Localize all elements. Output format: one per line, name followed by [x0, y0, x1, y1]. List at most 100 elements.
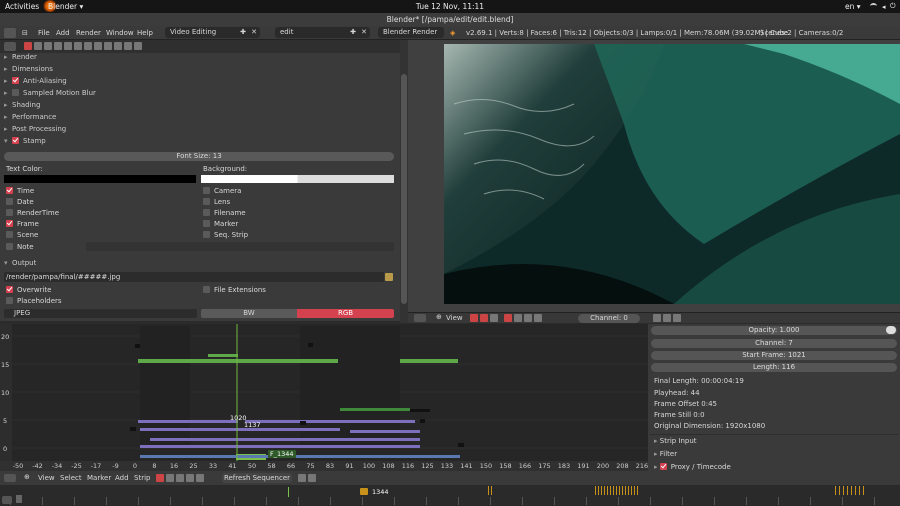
- motion-blur-checkbox[interactable]: [12, 89, 19, 96]
- volume-icon[interactable]: ◂: [882, 3, 886, 11]
- placeholders-option[interactable]: Placeholders: [6, 296, 62, 307]
- world-tab-icon[interactable]: [54, 42, 62, 50]
- scene-tab-icon[interactable]: [44, 42, 52, 50]
- split-view-icon[interactable]: [176, 474, 184, 482]
- color-rgb-button[interactable]: RGB: [297, 309, 394, 318]
- refresh-sequencer-button[interactable]: Refresh Sequencer: [222, 473, 292, 483]
- constraints-tab-icon[interactable]: [74, 42, 82, 50]
- stamp-frame[interactable]: Frame: [6, 219, 39, 230]
- copy-icon[interactable]: [298, 474, 306, 482]
- strips-canvas[interactable]: [0, 324, 648, 470]
- modifiers-tab-icon[interactable]: [84, 42, 92, 50]
- stamp-time[interactable]: Time: [6, 186, 34, 197]
- remove-screen-icon[interactable]: ✕: [251, 27, 257, 38]
- lock-icon[interactable]: [653, 314, 661, 322]
- output-path-field[interactable]: /render/pampa/final/#####.jpg: [4, 272, 384, 282]
- render-tab-icon[interactable]: [24, 42, 32, 50]
- menu-file[interactable]: File: [38, 27, 50, 39]
- overwrite-option[interactable]: Overwrite: [6, 285, 51, 296]
- checkbox[interactable]: [203, 198, 210, 205]
- waveform-icon[interactable]: [514, 314, 522, 322]
- checkbox[interactable]: [6, 209, 13, 216]
- menu-help[interactable]: Help: [137, 27, 153, 39]
- add-scene-icon[interactable]: ✚: [350, 27, 356, 38]
- preview-mode-icon[interactable]: [480, 314, 488, 322]
- panel-proxy-timecode[interactable]: ▸ Proxy / Timecode: [654, 462, 731, 473]
- opacity-slider[interactable]: Opacity: 1.000: [651, 326, 897, 335]
- info-icon[interactable]: ⊟: [22, 27, 28, 39]
- stamp-filename[interactable]: Filename: [203, 208, 246, 219]
- anti-aliasing-checkbox[interactable]: [12, 77, 19, 84]
- menu-toggle-icon[interactable]: ⊕: [24, 473, 30, 481]
- panel-strip-input[interactable]: ▸ Strip Input: [654, 436, 697, 447]
- snap-icon[interactable]: [186, 474, 194, 482]
- vectorscope-icon[interactable]: [524, 314, 532, 322]
- stamp-seq-strip[interactable]: Seq. Strip: [203, 230, 248, 241]
- panel-motion-blur[interactable]: ▸ Sampled Motion Blur: [4, 88, 394, 99]
- background-color-swatch[interactable]: [201, 175, 394, 183]
- menu-toggle-icon[interactable]: ⊕: [436, 313, 442, 321]
- menu-view[interactable]: View: [446, 313, 463, 323]
- length-field[interactable]: Length: 116: [651, 363, 897, 372]
- checkbox[interactable]: [6, 198, 13, 205]
- panel-output[interactable]: ▾ Output: [4, 258, 394, 269]
- panel-stamp[interactable]: ▾ Stamp: [4, 136, 394, 147]
- editor-type-icon[interactable]: [4, 474, 16, 482]
- combined-mode-icon[interactable]: [490, 314, 498, 322]
- channel-field[interactable]: Channel: 7: [651, 339, 897, 348]
- paste-icon[interactable]: [308, 474, 316, 482]
- start-frame-field[interactable]: Start Frame: 1021: [651, 351, 897, 360]
- menu-render[interactable]: Render: [76, 27, 101, 39]
- material-tab-icon[interactable]: [104, 42, 112, 50]
- particles-tab-icon[interactable]: [124, 42, 132, 50]
- checkbox[interactable]: [203, 286, 210, 293]
- preview-view-icon[interactable]: [166, 474, 174, 482]
- menu-marker[interactable]: Marker: [87, 474, 111, 482]
- stamp-date[interactable]: Date: [6, 197, 34, 208]
- panel-filter[interactable]: ▸ Filter: [654, 449, 677, 460]
- panel-render[interactable]: ▸ Render: [4, 52, 394, 63]
- wifi-icon[interactable]: [870, 3, 877, 9]
- panel-shading[interactable]: ▸ Shading: [4, 100, 394, 111]
- menu-strip[interactable]: Strip: [134, 474, 150, 482]
- checkbox[interactable]: [203, 187, 210, 194]
- timeline-editor[interactable]: 1344: [0, 485, 900, 506]
- render-engine-selector[interactable]: Blender Render: [378, 27, 444, 38]
- image-icon[interactable]: [663, 314, 671, 322]
- color-bw-button[interactable]: BW: [201, 309, 297, 318]
- editor-type-icon[interactable]: [414, 314, 426, 322]
- clock[interactable]: Tue 12 Nov, 11:11: [0, 2, 900, 11]
- channel-field[interactable]: Channel: 0: [578, 314, 640, 323]
- sequencer-timeline[interactable]: [0, 324, 648, 470]
- physics-tab-icon[interactable]: [134, 42, 142, 50]
- image-display-icon[interactable]: [504, 314, 512, 322]
- menu-add[interactable]: Add: [56, 27, 70, 39]
- stamp-marker[interactable]: Marker: [203, 219, 238, 230]
- layers-tab-icon[interactable]: [34, 42, 42, 50]
- editor-type-icon[interactable]: [4, 28, 16, 38]
- overlap-icon[interactable]: [196, 474, 204, 482]
- panel-dimensions[interactable]: ▸ Dimensions: [4, 64, 394, 75]
- camera-icon[interactable]: [673, 314, 681, 322]
- eye-icon[interactable]: [886, 326, 896, 334]
- stamp-rendertime[interactable]: RenderTime: [6, 208, 59, 219]
- language-indicator[interactable]: en ▾: [845, 2, 861, 11]
- scene-selector[interactable]: edit ✚ ✕: [275, 27, 370, 38]
- power-icon[interactable]: ⏻: [890, 2, 896, 11]
- stamp-camera[interactable]: Camera: [203, 186, 241, 197]
- panel-performance[interactable]: ▸ Performance: [4, 112, 394, 123]
- checkbox[interactable]: [6, 297, 13, 304]
- properties-scrollbar[interactable]: [400, 40, 408, 323]
- menu-window[interactable]: Window: [106, 27, 134, 39]
- menu-select[interactable]: Select: [60, 474, 82, 482]
- texture-tab-icon[interactable]: [114, 42, 122, 50]
- checkbox[interactable]: [6, 286, 13, 293]
- checkbox[interactable]: [203, 209, 210, 216]
- checkbox[interactable]: [203, 231, 210, 238]
- stamp-note[interactable]: Note: [6, 242, 34, 253]
- stamp-lens[interactable]: Lens: [203, 197, 230, 208]
- checkbox[interactable]: [6, 243, 13, 250]
- screen-layout-selector[interactable]: Video Editing ✚ ✕: [165, 27, 260, 38]
- object-tab-icon[interactable]: [64, 42, 72, 50]
- sequencer-view-icon[interactable]: [156, 474, 164, 482]
